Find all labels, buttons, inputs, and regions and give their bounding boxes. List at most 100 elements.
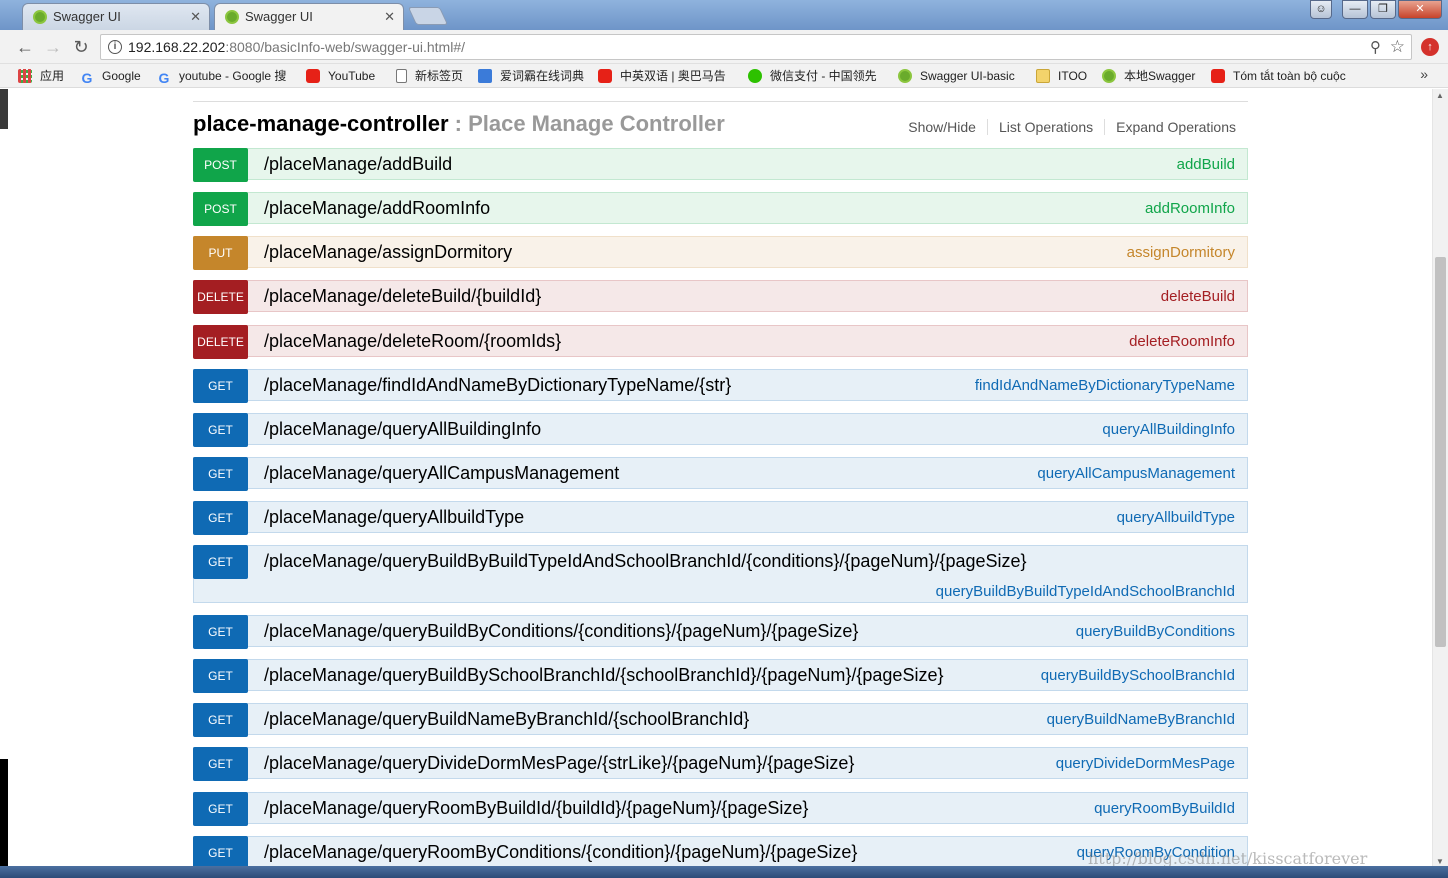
operation-path[interactable]: /placeManage/assignDormitory (264, 242, 512, 263)
browser-tab[interactable]: Swagger UI ✕ (22, 3, 210, 30)
operation-path[interactable]: /placeManage/addBuild (264, 154, 452, 175)
operation-row[interactable]: GET /placeManage/queryAllCampusManagemen… (193, 457, 1248, 491)
bookmark-item[interactable]: 应用 (18, 68, 64, 84)
user-icon[interactable]: ☺ (1310, 0, 1332, 19)
operation-row[interactable]: PUT /placeManage/assignDormitory assignD… (193, 236, 1248, 270)
operation-row[interactable]: GET /placeManage/findIdAndNameByDictiona… (193, 369, 1248, 403)
operation-id[interactable]: queryAllBuildingInfo (1102, 421, 1235, 438)
http-method-badge[interactable]: GET (193, 659, 248, 693)
operation-row[interactable]: GET /placeManage/queryAllBuildingInfo qu… (193, 413, 1248, 447)
extension-icon[interactable]: ↑ (1421, 38, 1439, 56)
operation-path[interactable]: /placeManage/queryBuildBySchoolBranchId/… (264, 665, 943, 686)
operation-row[interactable]: GET /placeManage/queryBuildByConditions/… (193, 615, 1248, 649)
http-method-badge[interactable]: GET (193, 457, 248, 491)
scrollbar-thumb[interactable] (1435, 257, 1446, 647)
operation-id[interactable]: findIdAndNameByDictionaryTypeName (975, 377, 1235, 394)
bookmark-item[interactable]: Swagger UI-basic (898, 68, 1015, 84)
operation-row[interactable]: POST /placeManage/addRoomInfo addRoomInf… (193, 192, 1248, 226)
zoom-icon[interactable]: ⚲ (1370, 38, 1381, 56)
operation-id[interactable]: queryAllbuildType (1117, 509, 1235, 526)
operation-row[interactable]: GET /placeManage/queryDivideDormMesPage/… (193, 747, 1248, 781)
bookmark-item[interactable]: Gyoutube - Google 搜 (157, 68, 287, 85)
vertical-scrollbar[interactable]: ▲ ▼ (1432, 89, 1448, 878)
operation-path[interactable]: /placeManage/queryRoomByBuildId/{buildId… (264, 798, 808, 819)
restore-icon[interactable]: ❐ (1370, 0, 1396, 19)
operation-path[interactable]: /placeManage/queryBuildNameByBranchId/{s… (264, 709, 749, 730)
http-method-badge[interactable]: DELETE (193, 280, 248, 314)
close-icon[interactable]: ✕ (384, 4, 395, 30)
operation-row[interactable]: DELETE /placeManage/deleteRoom/{roomIds}… (193, 325, 1248, 359)
operation-path[interactable]: /placeManage/deleteBuild/{buildId} (264, 286, 541, 307)
bookmark-item[interactable]: 本地Swagger (1102, 68, 1195, 84)
operation-path[interactable]: /placeManage/queryAllBuildingInfo (264, 419, 541, 440)
info-icon[interactable]: i (108, 40, 122, 54)
new-tab-button[interactable] (407, 7, 449, 25)
http-method-badge[interactable]: GET (193, 501, 248, 535)
forward-arrow-icon[interactable]: → (42, 36, 64, 58)
operation-path[interactable]: /placeManage/queryRoomByConditions/{cond… (264, 842, 857, 863)
operation-row[interactable]: DELETE /placeManage/deleteBuild/{buildId… (193, 280, 1248, 314)
bookmark-item[interactable]: 中英双语 | 奥巴马告 (598, 68, 726, 84)
list-operations-link[interactable]: List Operations (988, 119, 1106, 135)
bookmark-item[interactable]: 爱词霸在线词典 (478, 68, 584, 84)
http-method-badge[interactable]: GET (193, 545, 248, 579)
operation-id[interactable]: deleteRoomInfo (1129, 333, 1235, 350)
operation-row[interactable]: GET /placeManage/queryBuildBySchoolBranc… (193, 659, 1248, 693)
controller-title[interactable]: place-manage-controller : Place Manage C… (193, 111, 725, 137)
operation-row[interactable]: GET /placeManage/queryBuildByBuildTypeId… (193, 545, 1248, 603)
operation-id[interactable]: queryBuildByConditions (1076, 623, 1235, 640)
operation-path[interactable]: /placeManage/queryBuildByConditions/{con… (264, 621, 858, 642)
http-method-badge[interactable]: GET (193, 703, 248, 737)
close-icon[interactable]: ✕ (190, 4, 201, 30)
http-method-badge[interactable]: GET (193, 615, 248, 649)
operation-id[interactable]: addRoomInfo (1145, 200, 1235, 217)
operation-path[interactable]: /placeManage/queryAllbuildType (264, 507, 524, 528)
bookmark-star-icon[interactable]: ☆ (1390, 37, 1405, 57)
operation-row[interactable]: POST /placeManage/addBuild addBuild (193, 148, 1248, 182)
http-method-badge[interactable]: GET (193, 369, 248, 403)
http-method-badge[interactable]: GET (193, 413, 248, 447)
bookmarks-overflow-icon[interactable]: » (1420, 66, 1428, 82)
expand-operations-link[interactable]: Expand Operations (1105, 119, 1236, 135)
http-method-badge[interactable]: GET (193, 792, 248, 826)
operation-id[interactable]: queryRoomByBuildId (1094, 800, 1235, 817)
operation-id[interactable]: queryBuildByBuildTypeIdAndSchoolBranchId (936, 583, 1235, 600)
bookmark-item[interactable]: ITOO (1036, 68, 1087, 84)
operation-id[interactable]: queryBuildNameByBranchId (1047, 711, 1235, 728)
operation-row[interactable]: GET /placeManage/queryRoomByBuildId/{bui… (193, 792, 1248, 826)
operation-row[interactable]: GET /placeManage/queryBuildNameByBranchI… (193, 703, 1248, 737)
minimize-icon[interactable]: — (1342, 0, 1368, 19)
bookmark-item[interactable]: YouTube (306, 68, 375, 84)
window-close-icon[interactable]: ✕ (1398, 0, 1442, 19)
operation-path[interactable]: /placeManage/queryAllCampusManagement (264, 463, 619, 484)
operation-path[interactable]: /placeManage/findIdAndNameByDictionaryTy… (264, 375, 731, 396)
operation-id[interactable]: assignDormitory (1127, 244, 1235, 261)
bookmark-item[interactable]: Tóm tắt toàn bộ cuộc (1211, 68, 1346, 84)
operation-id[interactable]: queryAllCampusManagement (1037, 465, 1235, 482)
operation-path[interactable]: /placeManage/queryBuildByBuildTypeIdAndS… (264, 551, 1027, 572)
http-method-badge[interactable]: PUT (193, 236, 248, 270)
http-method-badge[interactable]: GET (193, 836, 248, 870)
bookmark-item[interactable]: 微信支付 - 中国领先 (748, 68, 877, 84)
back-arrow-icon[interactable]: ← (14, 36, 36, 58)
http-method-badge[interactable]: GET (193, 747, 248, 781)
operation-path[interactable]: /placeManage/queryDivideDormMesPage/{str… (264, 753, 854, 774)
bookmark-item[interactable]: G Google (80, 68, 141, 85)
show-hide-link[interactable]: Show/Hide (897, 119, 988, 135)
operation-path[interactable]: /placeManage/deleteRoom/{roomIds} (264, 331, 561, 352)
operation-id[interactable]: deleteBuild (1161, 288, 1235, 305)
operation-path[interactable]: /placeManage/addRoomInfo (264, 198, 490, 219)
operation-id[interactable]: queryBuildBySchoolBranchId (1041, 667, 1235, 684)
http-method-badge[interactable]: DELETE (193, 325, 248, 359)
bookmark-item[interactable]: 新标签页 (396, 68, 463, 84)
browser-tab-active[interactable]: Swagger UI ✕ (214, 3, 404, 30)
http-method-badge[interactable]: POST (193, 148, 248, 182)
operation-id[interactable]: queryDivideDormMesPage (1056, 755, 1235, 772)
operation-id[interactable]: addBuild (1177, 156, 1235, 173)
reload-icon[interactable]: ↻ (70, 36, 92, 58)
scroll-down-arrow-icon[interactable]: ▼ (1436, 857, 1444, 866)
scroll-up-arrow-icon[interactable]: ▲ (1436, 91, 1444, 100)
address-bar[interactable]: i 192.168.22.202:8080/basicInfo-web/swag… (100, 34, 1412, 60)
http-method-badge[interactable]: POST (193, 192, 248, 226)
operation-row[interactable]: GET /placeManage/queryAllbuildType query… (193, 501, 1248, 535)
